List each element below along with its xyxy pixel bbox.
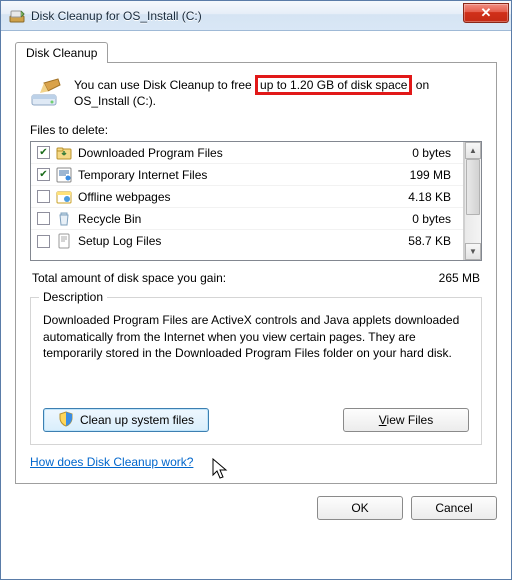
titlebar: Disk Cleanup for OS_Install (C:) ✕ xyxy=(1,1,511,31)
tab-disk-cleanup[interactable]: Disk Cleanup xyxy=(15,42,108,63)
list-item-size: 4.18 KB xyxy=(408,190,457,204)
intro-before: You can use Disk Cleanup to free xyxy=(74,78,255,92)
cleanup-system-files-button[interactable]: Clean up system files xyxy=(43,408,209,432)
dialog-window: Disk Cleanup for OS_Install (C:) ✕ Disk … xyxy=(0,0,512,580)
tabstrip: Disk Cleanup xyxy=(15,41,497,62)
scroll-up-button[interactable]: ▲ xyxy=(465,142,481,159)
scroll-track[interactable] xyxy=(465,159,481,243)
list-item-label: Recycle Bin xyxy=(78,212,406,226)
checkbox[interactable]: ✔ xyxy=(37,146,50,159)
shield-icon xyxy=(58,411,74,430)
list-item-size: 0 bytes xyxy=(412,146,457,160)
intro-text: You can use Disk Cleanup to free up to 1… xyxy=(74,77,482,109)
ie-cache-icon xyxy=(56,167,72,183)
cleanup-system-files-label: Clean up system files xyxy=(80,413,194,427)
list-item-label: Temporary Internet Files xyxy=(78,168,404,182)
drive-broom-icon xyxy=(30,77,62,109)
checkbox[interactable] xyxy=(37,190,50,203)
tab-panel: You can use Disk Cleanup to free up to 1… xyxy=(15,62,497,484)
window-title: Disk Cleanup for OS_Install (C:) xyxy=(31,9,463,23)
scroll-down-button[interactable]: ▼ xyxy=(465,243,481,260)
offline-pages-icon xyxy=(56,189,72,205)
description-legend: Description xyxy=(39,290,107,304)
total-value: 265 MB xyxy=(439,271,480,285)
total-label: Total amount of disk space you gain: xyxy=(32,271,226,285)
list-item-label: Setup Log Files xyxy=(78,234,402,248)
setup-log-icon xyxy=(56,233,72,249)
folder-download-icon xyxy=(56,145,72,161)
list-item[interactable]: ✔ Temporary Internet Files 199 MB xyxy=(31,164,463,186)
checkbox[interactable]: ✔ xyxy=(37,168,50,181)
list-item[interactable]: Recycle Bin 0 bytes xyxy=(31,208,463,230)
description-text: Downloaded Program Files are ActiveX con… xyxy=(43,312,469,398)
disk-cleanup-icon xyxy=(9,8,25,24)
scrollbar[interactable]: ▲ ▼ xyxy=(464,142,481,260)
view-files-label: View Files xyxy=(379,413,433,427)
list-item-label: Downloaded Program Files xyxy=(78,146,406,160)
help-link[interactable]: How does Disk Cleanup work? xyxy=(30,455,193,469)
cancel-button[interactable]: Cancel xyxy=(411,496,497,520)
list-item-size: 199 MB xyxy=(410,168,457,182)
files-to-delete-label: Files to delete: xyxy=(30,123,482,137)
ok-button[interactable]: OK xyxy=(317,496,403,520)
description-group: Description Downloaded Program Files are… xyxy=(30,297,482,445)
close-button[interactable]: ✕ xyxy=(463,3,509,23)
list-item[interactable]: Setup Log Files 58.7 KB xyxy=(31,230,463,252)
checkbox[interactable] xyxy=(37,235,50,248)
recycle-bin-icon xyxy=(56,211,72,227)
list-item-size: 0 bytes xyxy=(412,212,457,226)
close-icon: ✕ xyxy=(481,5,492,21)
view-files-button[interactable]: View Files xyxy=(343,408,469,432)
list-item[interactable]: Offline webpages 4.18 KB xyxy=(31,186,463,208)
scroll-thumb[interactable] xyxy=(466,159,480,215)
files-list: ✔ Downloaded Program Files 0 bytes ✔ Tem… xyxy=(30,141,482,261)
checkbox[interactable] xyxy=(37,212,50,225)
list-item-label: Offline webpages xyxy=(78,190,402,204)
list-item[interactable]: ✔ Downloaded Program Files 0 bytes xyxy=(31,142,463,164)
intro-highlight: up to 1.20 GB of disk space xyxy=(255,75,412,95)
list-item-size: 58.7 KB xyxy=(408,234,457,248)
